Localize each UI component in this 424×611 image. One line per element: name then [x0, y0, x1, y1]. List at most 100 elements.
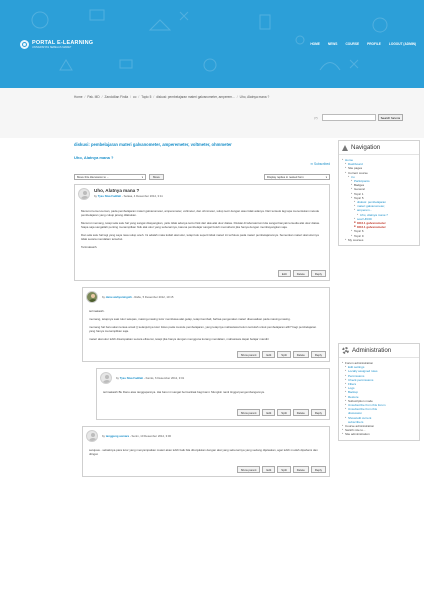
university-seal-icon	[20, 40, 29, 49]
post-paragraph: terimakasih Bu Danu atas tanggapannya. H…	[103, 390, 265, 394]
post-byline: by tanggung asmara - Senin, 10 Desember …	[102, 434, 171, 438]
post-date: - Kamis, 6 Desember 2012, 3:01	[143, 376, 185, 380]
navigation-block: Navigation ▸ Home ▸ Dashboard ▸ Site pages ▸ Cu…	[338, 140, 420, 247]
split-button[interactable]: Split	[277, 351, 291, 358]
nav-profile[interactable]: PROFILE	[367, 42, 381, 46]
post-paragraph: materi alat ukur lebih disampaikan secar…	[89, 337, 269, 341]
edit-button[interactable]: Edit	[277, 270, 291, 277]
breadcrumb: Home / Pak. MD / Zandollian Firdia / co / To…	[74, 95, 270, 99]
move-discussion-select[interactable]: Move this discussion to ... ▾	[74, 174, 146, 180]
breadcrumb-item[interactable]: co	[133, 95, 136, 99]
avatar[interactable]	[78, 188, 90, 200]
help-icon[interactable]: (?)	[314, 116, 318, 120]
post-paragraph: terimakasih.	[89, 309, 105, 313]
post-paragraph: Menurut temen-teman, pada pembelajaran m…	[81, 209, 320, 217]
post-actions: Edit Delete Reply	[75, 256, 329, 280]
post-paragraph: setujuuu.. sebaiknya para tutor yang men…	[89, 448, 318, 456]
byline-prefix: by	[116, 376, 119, 380]
post-paragraph: memang, tetapnya saat tutor selepas, mas…	[89, 317, 291, 321]
forum-search: (?) Search forums	[314, 114, 404, 121]
discussion-title[interactable]: Uho, Alatnya mana ?	[74, 155, 330, 160]
administration-tree: ▸ Forum administration ▸ Edit settings ▸ Loca…	[339, 358, 419, 440]
post-paragraph: memang hal baru akan terasa amati ():sel…	[89, 325, 317, 333]
display-mode-select[interactable]: Display replies in nested form ▾	[264, 174, 330, 180]
administration-block-header[interactable]: Administration	[339, 344, 419, 358]
search-forums-button[interactable]: Search forums	[377, 114, 404, 121]
nav-home[interactable]: HOME	[310, 42, 320, 46]
site-header: PORTAL E-LEARNING UNIVERSITAS SEBELAS MA…	[0, 0, 424, 88]
forum-post: Uho, Alatnya mana ? by Tyas Nisa Fadilah…	[74, 184, 330, 281]
navigation-title: Navigation	[351, 144, 381, 151]
delete-button[interactable]: Delete	[292, 409, 309, 416]
move-button[interactable]: Move	[149, 174, 164, 180]
post-actions: Show parent Edit Split Delete Reply	[83, 463, 329, 476]
post-paragraph: Dan ada satu hal lagi yang saya rasa sul…	[81, 233, 319, 241]
top-navigation: HOME NEWS COURSE PROFILE LOGOUT (ADMIN)	[310, 42, 416, 46]
show-parent-button[interactable]: Show parent	[236, 351, 261, 358]
post-body: terimakasih. memang, tetapnya saat tutor…	[83, 306, 329, 348]
byline-prefix: by	[102, 434, 105, 438]
show-parent-button[interactable]: Show parent	[236, 466, 261, 473]
reply-button[interactable]: Reply	[310, 351, 326, 358]
post-date: - Selasa, 4 Desember 2012, 3:11	[121, 194, 163, 198]
breadcrumb-item[interactable]: Zandollian Firdia	[105, 95, 129, 99]
post-date: - Senin, 10 Desember 2012, 3:00	[129, 434, 172, 438]
navigation-item-label: My courses	[348, 237, 364, 242]
reply-button[interactable]: Reply	[310, 409, 326, 416]
gear-icon	[342, 347, 349, 354]
edit-button[interactable]: Edit	[262, 466, 276, 473]
subscribed-toggle[interactable]: ✉ Subscribed	[310, 162, 330, 166]
main-content: diskusi: pembelajaran materi galvanomete…	[74, 140, 330, 477]
avatar[interactable]	[86, 430, 98, 442]
post-subject: Uho, Alatnya mana ?	[94, 188, 140, 193]
chevron-down-icon: ▾	[141, 175, 143, 179]
show-parent-button[interactable]: Show parent	[236, 409, 261, 416]
post-author[interactable]: tanggung asmara	[106, 434, 129, 438]
post-body: Menurut temen-teman, pada pembelajaran m…	[75, 203, 329, 256]
breadcrumb-current: Uho, Alatnya mana ?	[239, 95, 270, 99]
post-paragraph: Menurut memang, tetapi ada satu hal yang…	[81, 221, 320, 229]
forum-title[interactable]: diskusi: pembelajaran materi galvanomete…	[74, 142, 330, 147]
delete-button[interactable]: Delete	[292, 351, 309, 358]
split-button[interactable]: Split	[277, 409, 291, 416]
nav-course[interactable]: COURSE	[345, 42, 359, 46]
post-author[interactable]: Tyas Nisa Fadilah	[98, 194, 121, 198]
nav-logout[interactable]: LOGOUT (ADMIN)	[389, 42, 416, 46]
split-button[interactable]: Split	[277, 466, 291, 473]
avatar[interactable]	[100, 372, 112, 384]
post-author[interactable]: danu wahyuningsih	[106, 295, 132, 299]
delete-button[interactable]: Delete	[292, 270, 309, 277]
navigation-item: ▸ My courses	[342, 238, 416, 242]
forum-post: by danu wahyuningsih - Rabu, 5 Desember …	[82, 287, 330, 362]
post-byline: by danu wahyuningsih - Rabu, 5 Desember …	[102, 295, 173, 299]
forum-post: by tanggung asmara - Senin, 10 Desember …	[82, 426, 330, 477]
byline-prefix: by	[94, 194, 97, 198]
edit-button[interactable]: Edit	[262, 351, 276, 358]
post-body: setujuuu.. sebaiknya para tutor yang men…	[83, 445, 329, 463]
post-author[interactable]: Tyas Nisa Fadilah	[120, 376, 143, 380]
post-byline: by Tyas Nisa Fadilah - Kamis, 6 Desember…	[116, 376, 184, 380]
administration-title: Administration	[352, 347, 392, 354]
delete-button[interactable]: Delete	[292, 466, 309, 473]
breadcrumb-home[interactable]: Home	[74, 95, 83, 99]
reply-button[interactable]: Reply	[310, 270, 326, 277]
post-actions: Show parent Edit Split Delete Reply	[97, 401, 329, 419]
site-logo[interactable]: PORTAL E-LEARNING UNIVERSITAS SEBELAS MA…	[20, 40, 93, 49]
discussion-controls: Move this discussion to ... ▾ Move Displa…	[74, 174, 330, 180]
navigation-tree: ▸ Home ▸ Dashboard ▸ Site pages ▸ Current cours…	[339, 155, 419, 245]
post-paragraph: Terimakasih.	[81, 245, 98, 249]
post-body: terimakasih Bu Danu atas tanggapannya. H…	[97, 387, 329, 401]
breadcrumb-item[interactable]: diskusi: pembelajaran materi galvanomete…	[156, 95, 234, 99]
navigation-block-header[interactable]: Navigation	[339, 141, 419, 155]
move-select-value: Move this discussion to ...	[77, 175, 110, 179]
avatar[interactable]	[86, 291, 98, 303]
nav-news[interactable]: NEWS	[328, 42, 338, 46]
reply-button[interactable]: Reply	[310, 466, 326, 473]
breadcrumb-item[interactable]: Topic 5	[141, 95, 151, 99]
administration-block: Administration ▸ Forum administration ▸ Edi…	[338, 343, 420, 441]
edit-button[interactable]: Edit	[262, 409, 276, 416]
breadcrumb-item[interactable]: Pak. MD	[87, 95, 99, 99]
search-input[interactable]	[321, 114, 376, 121]
post-date: - Rabu, 5 Desember 2012, 10:15	[132, 295, 174, 299]
logo-subtitle: UNIVERSITAS SEBELAS MARET	[32, 46, 72, 49]
